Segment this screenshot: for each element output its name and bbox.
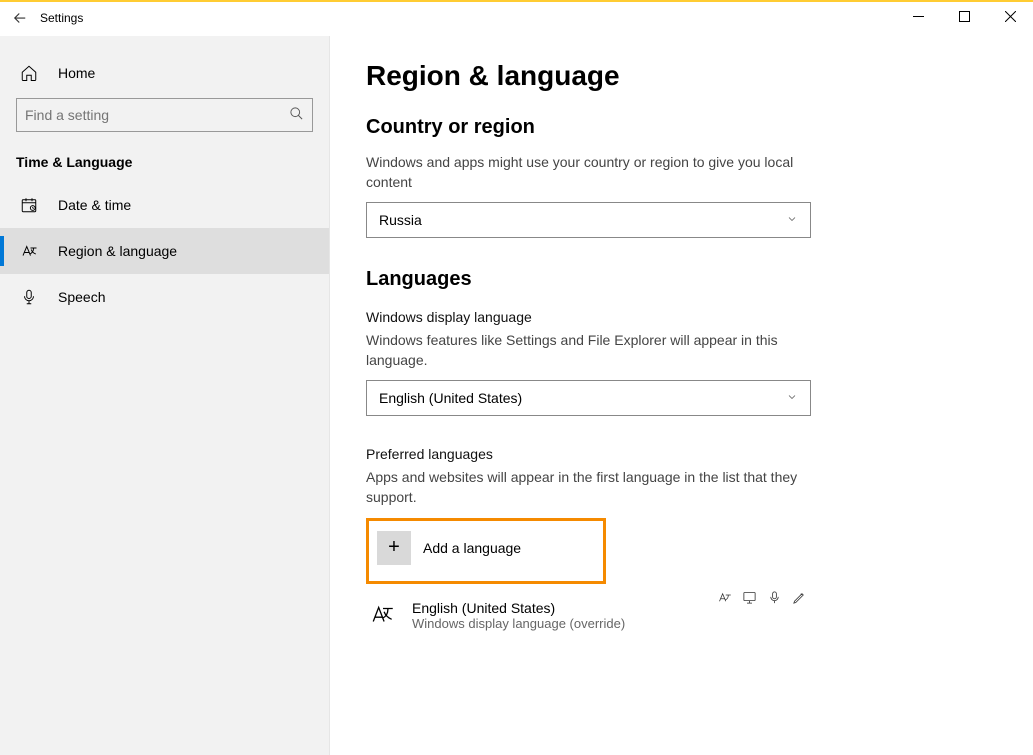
add-language-label: Add a language <box>423 540 521 556</box>
close-button[interactable] <box>987 0 1033 32</box>
display-language-select[interactable]: English (United States) <box>366 380 811 416</box>
window-controls <box>895 0 1033 32</box>
main-content: Region & language Country or region Wind… <box>330 36 1033 755</box>
handwriting-icon <box>792 590 807 608</box>
display-lang-desc: Windows features like Settings and File … <box>366 331 806 370</box>
display-lang-heading: Windows display language <box>366 309 997 325</box>
search-icon <box>289 106 304 124</box>
sidebar-category: Time & Language <box>0 150 329 182</box>
chevron-down-icon <box>786 212 798 228</box>
country-value: Russia <box>379 212 422 228</box>
section-lang-title: Languages <box>366 268 997 291</box>
page-title: Region & language <box>366 60 997 92</box>
language-item[interactable]: English (United States) Windows display … <box>366 594 811 634</box>
sidebar-item-label: Region & language <box>58 243 177 259</box>
sidebar-item-region-language[interactable]: Region & language <box>0 228 329 274</box>
home-label: Home <box>58 65 95 81</box>
language-item-sub: Windows display language (override) <box>412 616 625 631</box>
preferred-desc: Apps and websites will appear in the fir… <box>366 468 806 507</box>
language-item-name: English (United States) <box>412 600 625 616</box>
add-language-button[interactable]: + Add a language <box>377 531 593 565</box>
sidebar-item-date-time[interactable]: Date & time <box>0 182 329 228</box>
sidebar-item-label: Speech <box>58 289 105 305</box>
preferred-heading: Preferred languages <box>366 446 997 462</box>
back-button[interactable] <box>0 9 40 27</box>
maximize-button[interactable] <box>941 0 987 32</box>
display-language-value: English (United States) <box>379 390 522 406</box>
sidebar-item-speech[interactable]: Speech <box>0 274 329 320</box>
section-country-desc: Windows and apps might use your country … <box>366 153 806 192</box>
section-country-title: Country or region <box>366 116 997 139</box>
display-icon <box>742 590 757 608</box>
calendar-icon <box>20 196 38 214</box>
language-icon <box>20 242 38 260</box>
language-feature-badges <box>717 590 807 608</box>
plus-icon: + <box>377 531 411 565</box>
chevron-down-icon <box>786 390 798 406</box>
sidebar-item-label: Date & time <box>58 197 131 213</box>
speech-icon <box>767 590 782 608</box>
home-nav[interactable]: Home <box>0 54 329 92</box>
microphone-icon <box>20 288 38 306</box>
sidebar: Home Time & Language Date & time Region … <box>0 36 330 755</box>
search-input[interactable] <box>25 107 289 123</box>
titlebar: Settings <box>0 0 1033 36</box>
language-pack-icon <box>717 590 732 608</box>
search-box[interactable] <box>16 98 313 132</box>
minimize-button[interactable] <box>895 0 941 32</box>
home-icon <box>20 64 38 82</box>
country-select[interactable]: Russia <box>366 202 811 238</box>
language-glyph-icon <box>370 602 396 634</box>
window-title: Settings <box>40 11 83 25</box>
add-language-highlight: + Add a language <box>366 518 606 584</box>
